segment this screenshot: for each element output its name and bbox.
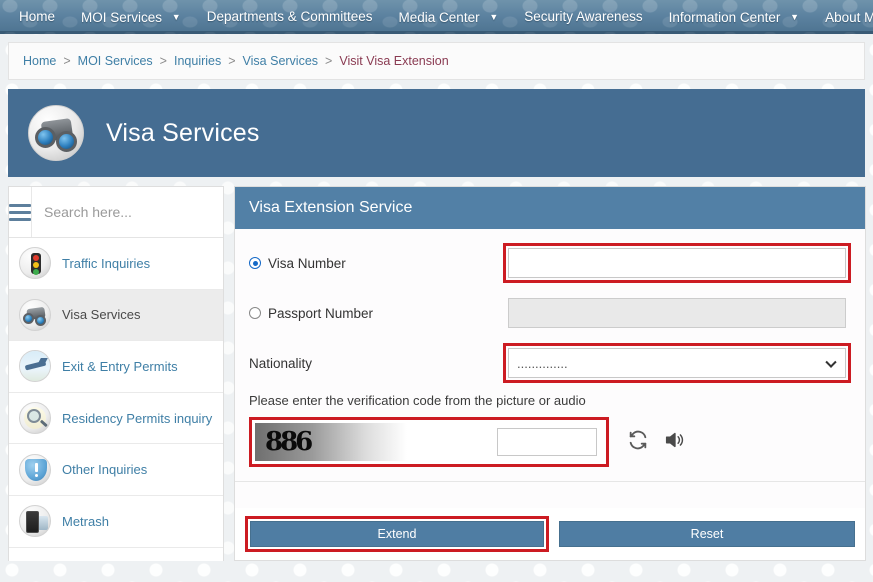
- reset-button[interactable]: Reset: [559, 521, 855, 547]
- page-banner: Visa Services: [8, 89, 865, 177]
- form-actions: Extend Reset: [235, 508, 865, 560]
- nationality-highlight-box: ..............: [503, 343, 851, 383]
- sidebar-search-row: [9, 187, 223, 238]
- nav-item-label: Information Center: [668, 10, 781, 25]
- breadcrumb: Home > MOI Services > Inquiries > Visa S…: [8, 42, 865, 80]
- sidebar-item-metrash[interactable]: Metrash: [9, 495, 223, 548]
- mobile-phone-icon: [19, 505, 51, 538]
- sidebar-item-label: Metrash: [62, 513, 109, 529]
- visa-number-input[interactable]: [508, 248, 846, 278]
- form-divider: [235, 481, 865, 482]
- visa-number-radio-label[interactable]: Visa Number: [249, 256, 346, 271]
- binoculars-icon: [28, 105, 84, 161]
- nav-item-label: About Ministry: [825, 10, 873, 25]
- captcha-actions: [627, 429, 685, 456]
- breadcrumb-item-visit-visa-extension: Visit Visa Extension: [339, 54, 449, 68]
- nav-item-about-ministry[interactable]: About Ministry ▼: [812, 2, 873, 32]
- passport-number-radio-label[interactable]: Passport Number: [249, 306, 373, 321]
- sidebar-item-label: Other Inquiries: [62, 462, 148, 478]
- visa-number-radio[interactable]: [249, 257, 261, 269]
- breadcrumb-separator: >: [325, 54, 333, 68]
- breadcrumb-item-home[interactable]: Home: [23, 54, 56, 68]
- passport-number-input[interactable]: [508, 298, 846, 328]
- captcha-input[interactable]: [497, 428, 597, 456]
- binoculars-icon: [19, 298, 51, 331]
- sidebar-item-other-inquiries[interactable]: Other Inquiries: [9, 444, 223, 496]
- nav-item-information-center[interactable]: Information Center ▼: [656, 2, 813, 32]
- sidebar-item-label: Traffic Inquiries: [62, 255, 151, 271]
- refresh-icon[interactable]: [627, 429, 649, 456]
- sidebar-item-label: Visa Services: [62, 307, 141, 323]
- hamburger-icon[interactable]: [9, 187, 32, 237]
- passport-number-spacer: [503, 293, 851, 333]
- sidebar-item-label: Residency Permits inquiry: [62, 410, 213, 426]
- sidebar-item-residency-permits-inquiry[interactable]: Residency Permits inquiry: [9, 392, 223, 445]
- nav-item-label: MOI Services: [81, 10, 163, 25]
- nav-item-label: Departments & Committees: [206, 9, 373, 24]
- speaker-icon[interactable]: [663, 429, 685, 456]
- nav-item-security-awareness[interactable]: Security Awareness: [511, 2, 655, 32]
- chevron-down-icon: ▼: [790, 12, 800, 22]
- sidebar-item-exit-entry-permits[interactable]: Exit & Entry Permits: [9, 341, 223, 393]
- panel-title: Visa Extension Service: [235, 187, 865, 229]
- visa-number-highlight-box: [503, 243, 851, 283]
- magnifier-document-icon: [19, 402, 51, 435]
- breadcrumb-item-inquiries[interactable]: Inquiries: [174, 54, 221, 68]
- nav-item-media-center[interactable]: Media Center ▼: [386, 2, 512, 32]
- nav-item-moi-services[interactable]: MOI Services ▼: [68, 2, 194, 32]
- visa-number-row: Visa Number: [249, 243, 851, 283]
- visa-extension-form: Visa Number Passport Number Nationality …: [235, 229, 865, 508]
- captcha-highlight-box: 886: [249, 417, 609, 467]
- nav-item-departments-committees[interactable]: Departments & Committees: [194, 2, 386, 32]
- traffic-light-icon: [19, 247, 51, 280]
- breadcrumb-item-visa-services[interactable]: Visa Services: [243, 54, 319, 68]
- sidebar: Traffic Inquiries Visa Services Exit & E…: [8, 186, 224, 561]
- extend-button[interactable]: Extend: [250, 521, 544, 547]
- passport-number-field-slot: [503, 293, 851, 333]
- airplane-icon: [19, 350, 51, 383]
- visa-extension-panel: Visa Extension Service Visa Number Passp…: [234, 186, 866, 561]
- breadcrumb-separator: >: [228, 54, 236, 68]
- extend-highlight-box: Extend: [245, 516, 549, 552]
- nationality-select-wrapper: ..............: [508, 348, 846, 378]
- captcha-row: 886: [249, 417, 851, 467]
- nationality-label: Nationality: [249, 355, 313, 371]
- passport-number-label: Passport Number: [268, 305, 374, 321]
- captcha-image: 886: [255, 423, 445, 461]
- passport-number-row: Passport Number: [249, 293, 851, 333]
- nav-item-home[interactable]: Home: [6, 2, 68, 32]
- sidebar-item-traffic-inquiries[interactable]: Traffic Inquiries: [9, 238, 223, 290]
- exclamation-icon: [19, 453, 51, 486]
- captcha-instruction: Please enter the verification code from …: [249, 393, 586, 408]
- content-area: Traffic Inquiries Visa Services Exit & E…: [8, 186, 866, 561]
- breadcrumb-item-moi-services[interactable]: MOI Services: [78, 54, 153, 68]
- chevron-down-icon: ▼: [489, 12, 499, 22]
- breadcrumb-separator: >: [63, 54, 71, 68]
- page-title: Visa Services: [106, 118, 260, 147]
- search-input[interactable]: [32, 187, 223, 237]
- visa-number-field-slot: [503, 243, 851, 283]
- sidebar-item-visa-services[interactable]: Visa Services: [9, 289, 223, 342]
- nationality-row: Nationality ..............: [249, 343, 851, 383]
- nav-item-label: Media Center: [398, 10, 480, 25]
- passport-number-radio[interactable]: [249, 307, 261, 319]
- sidebar-item-label: Exit & Entry Permits: [62, 358, 178, 374]
- captcha-image-text: 886: [265, 427, 313, 457]
- nationality-field-slot: ..............: [503, 343, 851, 383]
- chevron-down-icon: ▼: [171, 12, 181, 22]
- nav-item-label: Home: [19, 9, 56, 24]
- nationality-select[interactable]: ..............: [508, 348, 846, 378]
- top-navigation-bar: Home MOI Services ▼ Departments & Commit…: [0, 0, 873, 34]
- nav-item-label: Security Awareness: [524, 9, 643, 24]
- visa-number-label: Visa Number: [268, 255, 346, 271]
- breadcrumb-separator: >: [159, 54, 167, 68]
